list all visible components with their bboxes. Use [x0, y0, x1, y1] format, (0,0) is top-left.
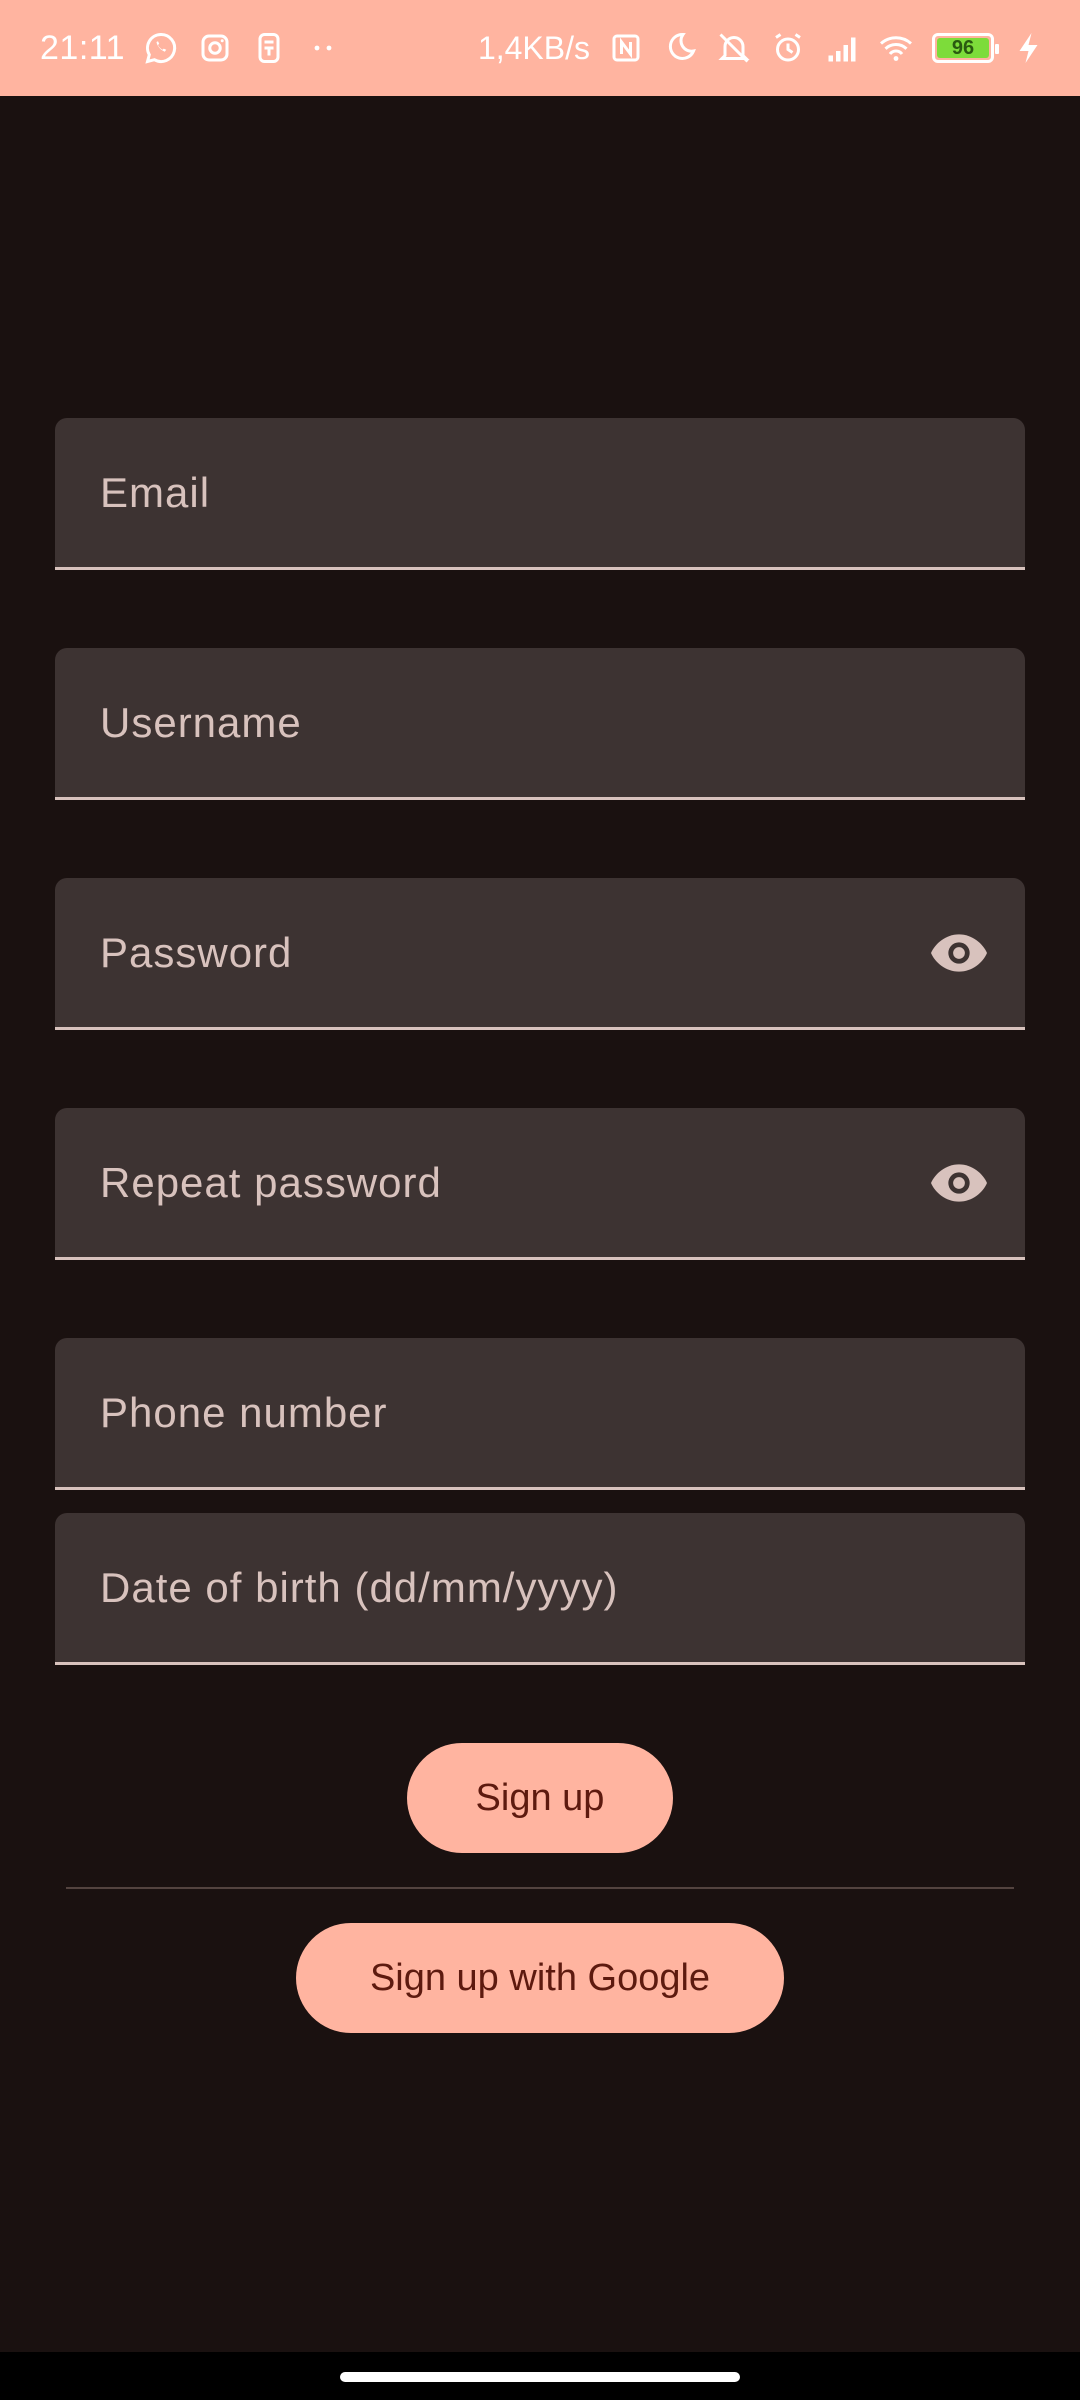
more-dots-icon: [305, 30, 341, 66]
status-bar-right: 1,4KB/s 96: [478, 30, 1048, 67]
username-field[interactable]: Username: [55, 648, 1025, 800]
email-field[interactable]: Email: [55, 418, 1025, 570]
signup-with-google-button[interactable]: Sign up with Google: [296, 1923, 784, 2033]
repeat-password-label: Repeat password: [100, 1158, 442, 1206]
wifi-icon: [878, 30, 914, 66]
battery-level: 96: [951, 36, 975, 59]
show-repeat-password-eye-icon[interactable]: [927, 1151, 991, 1215]
bell-off-icon: [716, 30, 752, 66]
show-password-eye-icon[interactable]: [927, 921, 991, 985]
username-label: Username: [100, 698, 302, 746]
status-bar: 21:11 1,4KB/s 96: [0, 0, 1080, 96]
alarm-icon: [770, 30, 806, 66]
email-label: Email: [100, 468, 211, 516]
status-time: 21:11: [40, 28, 126, 67]
repeat-password-field[interactable]: Repeat password: [55, 1108, 1025, 1260]
phone-number-field[interactable]: Phone number: [55, 1338, 1025, 1490]
app-icon: [251, 30, 287, 66]
password-field[interactable]: Password: [55, 878, 1025, 1030]
signup-button[interactable]: Sign up: [407, 1743, 673, 1853]
battery-icon: 96: [932, 33, 999, 63]
home-gesture-handle[interactable]: [340, 2372, 740, 2382]
moon-icon: [662, 30, 698, 66]
divider: [66, 1887, 1014, 1889]
nfc-icon: [608, 30, 644, 66]
signal-icon: [824, 30, 860, 66]
instagram-icon: [197, 30, 233, 66]
whatsapp-icon: [143, 30, 179, 66]
network-speed: 1,4KB/s: [477, 29, 590, 66]
charging-icon: [1012, 30, 1048, 66]
phone-number-label: Phone number: [100, 1388, 388, 1436]
status-bar-left: 21:11: [40, 29, 341, 68]
date-of-birth-field[interactable]: Date of birth (dd/mm/yyyy): [55, 1513, 1025, 1665]
date-of-birth-label: Date of birth (dd/mm/yyyy): [100, 1563, 619, 1611]
password-label: Password: [100, 928, 293, 976]
